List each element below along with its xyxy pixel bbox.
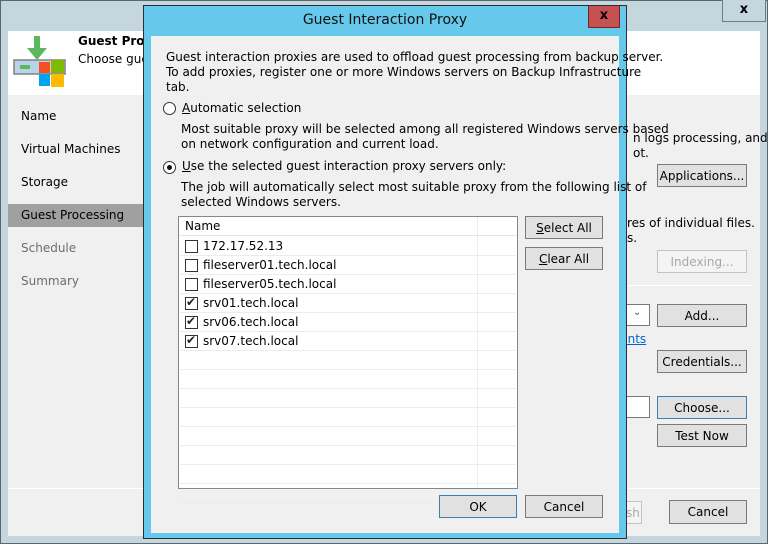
row-gridline	[180, 483, 516, 484]
server-name: 172.17.52.13	[203, 239, 284, 253]
test-now-button[interactable]: Test Now	[657, 424, 747, 447]
row-gridline	[180, 464, 516, 465]
row-gridline	[180, 369, 516, 370]
list-item[interactable]: 172.17.52.13	[179, 237, 477, 256]
list-item[interactable]: ✔ srv01.tech.local	[179, 294, 477, 313]
server-checkbox[interactable]	[185, 278, 198, 291]
sidebar-item-name[interactable]: Name	[8, 105, 144, 128]
automatic-selection-radio[interactable]	[163, 102, 176, 115]
add-credentials-button[interactable]: Add...	[657, 304, 747, 327]
section-divider	[627, 285, 752, 286]
chevron-down-icon: ⌄	[633, 307, 642, 318]
close-icon: x	[599, 8, 609, 23]
choose-proxy-button[interactable]: Choose...	[657, 396, 747, 419]
row-gridline	[180, 388, 516, 389]
dialog-intro-line: Guest interaction proxies are used to of…	[166, 50, 664, 64]
automatic-selection-label[interactable]: Automatic selection	[182, 101, 301, 116]
wizard-description-line: ot.	[633, 146, 649, 160]
select-all-button[interactable]: Select All	[525, 216, 603, 239]
guest-processing-icon	[13, 36, 66, 87]
ok-button[interactable]: OK	[439, 495, 517, 518]
indexing-button[interactable]: Indexing...	[657, 250, 747, 273]
selected-proxies-description: The job will automatically select most s…	[181, 180, 647, 194]
wizard-cancel-button[interactable]: Cancel	[669, 500, 747, 524]
server-name: srv07.tech.local	[203, 334, 299, 348]
close-icon: x	[739, 2, 749, 17]
sidebar-item-storage[interactable]: Storage	[8, 171, 144, 194]
wizard-description-line: s.	[627, 231, 638, 245]
credentials-button[interactable]: Credentials...	[657, 350, 747, 373]
sidebar-item-guest-processing[interactable]: Guest Processing	[8, 204, 144, 227]
clear-all-button[interactable]: Clear All	[525, 247, 603, 270]
server-name: srv01.tech.local	[203, 296, 299, 310]
dialog-intro-line: To add proxies, register one or more Win…	[166, 65, 642, 79]
row-gridline	[180, 426, 516, 427]
sidebar-item-virtual-machines[interactable]: Virtual Machines	[8, 138, 144, 161]
server-checkbox[interactable]: ✔	[185, 333, 198, 348]
list-item[interactable]: fileserver01.tech.local	[179, 256, 477, 275]
server-checkbox[interactable]	[185, 259, 198, 272]
column-header-name[interactable]: Name	[179, 217, 517, 236]
server-name: srv06.tech.local	[203, 315, 299, 329]
column-divider	[477, 217, 478, 488]
server-name: fileserver05.tech.local	[203, 277, 337, 291]
server-checkbox[interactable]: ✔	[185, 295, 198, 310]
selected-proxies-label[interactable]: Use the selected guest interaction proxy…	[182, 159, 506, 174]
dialog-title: Guest Interaction Proxy	[302, 12, 468, 28]
selected-proxies-radio[interactable]	[163, 161, 176, 174]
automatic-selection-description: on network configuration and current loa…	[181, 137, 439, 151]
sidebar-item-summary[interactable]: Summary	[8, 270, 144, 293]
list-item[interactable]: ✔ srv06.tech.local	[179, 313, 477, 332]
proxy-server-list[interactable]: Name 172.17.52.13 fileserver01.tech.local…	[178, 216, 518, 503]
sidebar-item-schedule[interactable]: Schedule	[8, 237, 144, 260]
server-checkbox[interactable]	[185, 240, 198, 253]
wizard-description-line: res of individual files.	[627, 216, 755, 230]
server-name: fileserver01.tech.local	[203, 258, 337, 272]
dialog-cancel-button[interactable]: Cancel	[525, 495, 603, 518]
row-gridline	[180, 407, 516, 408]
wizard-subtitle: Choose gue:	[78, 52, 153, 66]
checkmark-icon: ✔	[186, 333, 197, 347]
dialog-close-button[interactable]: x	[588, 6, 620, 28]
row-gridline	[180, 445, 516, 446]
list-item[interactable]: fileserver05.tech.local	[179, 275, 477, 294]
applications-button[interactable]: Applications...	[657, 164, 747, 187]
selected-proxies-description: selected Windows servers.	[181, 195, 341, 209]
server-checkbox[interactable]: ✔	[185, 314, 198, 329]
list-item[interactable]: ✔ srv07.tech.local	[179, 332, 477, 351]
dialog-intro-line: tab.	[166, 80, 190, 94]
automatic-selection-description: Most suitable proxy will be selected amo…	[181, 122, 669, 136]
wizard-close-button[interactable]: x	[722, 0, 766, 22]
checkmark-icon: ✔	[186, 295, 197, 309]
checkmark-icon: ✔	[186, 314, 197, 328]
